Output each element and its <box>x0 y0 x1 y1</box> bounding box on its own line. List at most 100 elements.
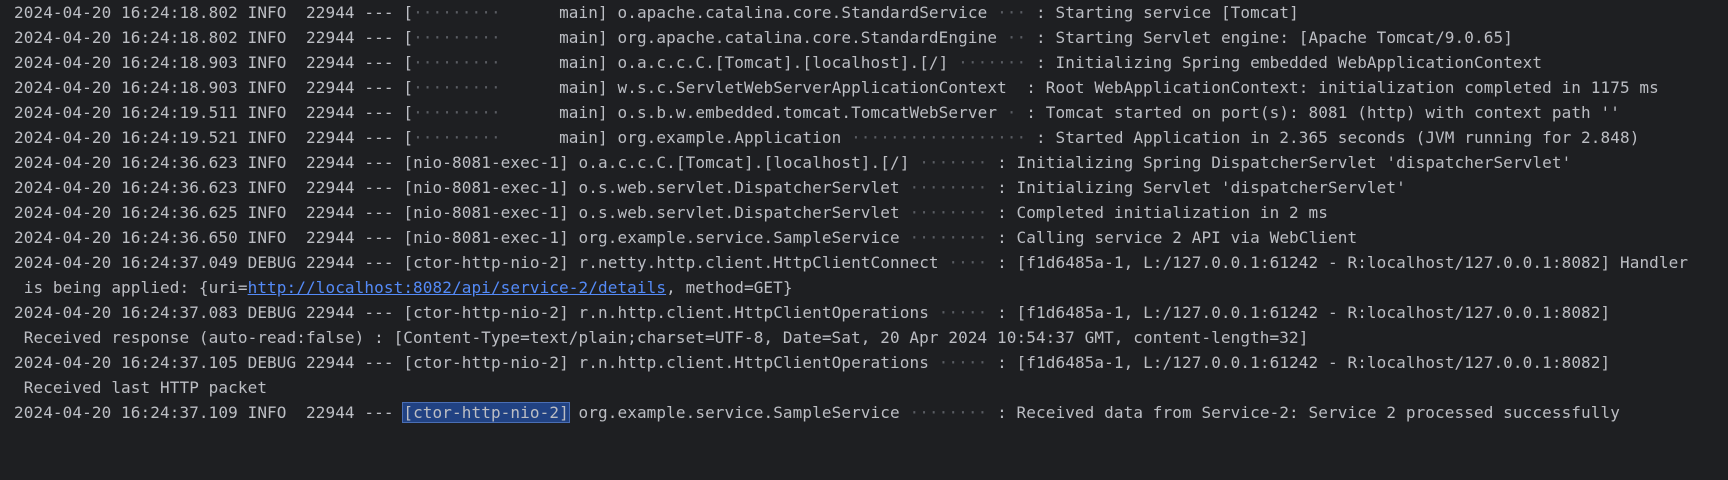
log-pid: 22944 <box>306 53 365 72</box>
logger-padding-dots: · <box>997 103 1027 122</box>
log-message: Starting Servlet engine: [Apache Tomcat/… <box>1055 28 1513 47</box>
log-thread-selected[interactable]: [ctor-http-nio-2] <box>402 402 570 423</box>
log-level: INFO <box>247 103 306 122</box>
log-thread: main <box>559 103 599 122</box>
log-message: Started Application in 2.365 seconds (JV… <box>1055 128 1640 147</box>
console-output[interactable]: 2024-04-20 16:24:18.802 INFO 22944 --- [… <box>0 0 1728 480</box>
log-continuation: is being applied: {uri= <box>14 278 248 297</box>
log-pid: 22944 <box>306 28 365 47</box>
log-level: INFO <box>247 178 306 197</box>
log-separator: --- <box>364 303 404 322</box>
log-level: INFO <box>247 3 306 22</box>
log-pid: 22944 <box>306 78 365 97</box>
log-line: is being applied: {uri=http://localhost:… <box>14 274 793 302</box>
logger-padding-dots <box>1007 78 1026 97</box>
log-logger: org.example.service.SampleService <box>578 403 900 422</box>
log-thread: main <box>559 53 599 72</box>
log-thread: main <box>559 78 599 97</box>
logger-padding-dots: ········ <box>899 203 998 222</box>
log-logger: o.s.web.servlet.DispatcherServlet <box>578 203 900 222</box>
log-thread: nio-8081-exec-1 <box>413 228 560 247</box>
log-message: Initializing Servlet 'dispatcherServlet' <box>1016 178 1406 197</box>
logger-padding-dots: ····· <box>928 353 998 372</box>
log-separator: --- <box>364 53 404 72</box>
log-logger: org.example.Application <box>617 128 842 147</box>
log-level: INFO <box>247 28 306 47</box>
log-thread: main <box>559 128 599 147</box>
log-line: 2024-04-20 16:24:18.802 INFO 22944 --- [… <box>14 3 1299 22</box>
log-timestamp: 2024-04-20 16:24:36.625 <box>14 203 248 222</box>
log-level: INFO <box>247 53 306 72</box>
log-line: 2024-04-20 16:24:19.511 INFO 22944 --- [… <box>14 103 1620 122</box>
log-message: Starting service [Tomcat] <box>1055 3 1299 22</box>
log-separator: --- <box>364 103 404 122</box>
log-timestamp: 2024-04-20 16:24:36.623 <box>14 153 248 172</box>
log-continuation: , method=GET} <box>666 278 793 297</box>
log-pid: 22944 <box>306 253 365 272</box>
log-logger: o.a.c.c.C.[Tomcat].[localhost].[/] <box>617 53 949 72</box>
log-level: DEBUG <box>247 353 306 372</box>
log-separator: --- <box>364 203 404 222</box>
log-message: [f1d6485a-1, L:/127.0.0.1:61242 - R:loca… <box>1016 253 1689 272</box>
log-continuation: Received last HTTP packet <box>14 378 268 397</box>
log-thread: nio-8081-exec-1 <box>413 178 560 197</box>
log-line: 2024-04-20 16:24:36.650 INFO 22944 --- [… <box>14 228 1358 247</box>
logger-padding-dots: ··· <box>987 3 1037 22</box>
log-timestamp: 2024-04-20 16:24:37.109 <box>14 403 248 422</box>
log-level: INFO <box>247 153 306 172</box>
log-pid: 22944 <box>306 203 365 222</box>
log-logger: r.n.http.client.HttpClientOperations <box>578 303 929 322</box>
logger-padding-dots: ········ <box>899 228 998 247</box>
log-timestamp: 2024-04-20 16:24:19.511 <box>14 103 248 122</box>
log-line: 2024-04-20 16:24:37.105 DEBUG 22944 --- … <box>14 353 1611 372</box>
log-level: INFO <box>247 203 306 222</box>
log-message: Received data from Service-2: Service 2 … <box>1016 403 1620 422</box>
logger-padding-dots: ········ <box>899 403 998 422</box>
log-line: 2024-04-20 16:24:37.083 DEBUG 22944 --- … <box>14 303 1611 322</box>
log-level: INFO <box>247 78 306 97</box>
log-separator: --- <box>364 253 404 272</box>
log-pid: 22944 <box>306 403 365 422</box>
log-thread: nio-8081-exec-1 <box>413 153 560 172</box>
log-link[interactable]: http://localhost:8082/api/service-2/deta… <box>248 278 667 297</box>
thread-padding-dots: ········· <box>413 128 560 147</box>
thread-padding-dots: ········· <box>413 103 560 122</box>
log-separator: --- <box>364 153 404 172</box>
log-logger: o.s.b.w.embedded.tomcat.TomcatWebServer <box>617 103 998 122</box>
log-thread: nio-8081-exec-1 <box>413 203 560 222</box>
log-line: 2024-04-20 16:24:18.903 INFO 22944 --- [… <box>14 78 1659 97</box>
logger-padding-dots: ·················· <box>841 128 1036 147</box>
log-separator: --- <box>364 3 404 22</box>
log-separator: --- <box>364 78 404 97</box>
log-separator: --- <box>364 178 404 197</box>
log-line: 2024-04-20 16:24:37.049 DEBUG 22944 --- … <box>14 253 1689 272</box>
log-thread: main <box>559 3 599 22</box>
log-message: Calling service 2 API via WebClient <box>1016 228 1358 247</box>
log-logger: o.s.web.servlet.DispatcherServlet <box>578 178 900 197</box>
log-message: Completed initialization in 2 ms <box>1016 203 1328 222</box>
log-line: 2024-04-20 16:24:19.521 INFO 22944 --- [… <box>14 128 1640 147</box>
log-continuation: Received response (auto-read:false) : [C… <box>14 328 1309 347</box>
log-separator: --- <box>364 128 404 147</box>
log-pid: 22944 <box>306 303 365 322</box>
logger-padding-dots: ·· <box>997 28 1037 47</box>
log-pid: 22944 <box>306 153 365 172</box>
log-pid: 22944 <box>306 353 365 372</box>
log-thread: main <box>559 28 599 47</box>
log-timestamp: 2024-04-20 16:24:37.083 <box>14 303 248 322</box>
log-separator: --- <box>364 403 404 422</box>
log-thread: ctor-http-nio-2 <box>413 303 560 322</box>
logger-padding-dots: ···· <box>938 253 998 272</box>
log-line: 2024-04-20 16:24:36.623 INFO 22944 --- [… <box>14 178 1406 197</box>
log-message: Initializing Spring DispatcherServlet 'd… <box>1016 153 1572 172</box>
log-level: INFO <box>247 403 306 422</box>
log-level: INFO <box>247 228 306 247</box>
log-logger: org.example.service.SampleService <box>578 228 900 247</box>
log-timestamp: 2024-04-20 16:24:36.650 <box>14 228 248 247</box>
log-line: 2024-04-20 16:24:36.623 INFO 22944 --- [… <box>14 153 1572 172</box>
log-pid: 22944 <box>306 228 365 247</box>
log-pid: 22944 <box>306 128 365 147</box>
log-pid: 22944 <box>306 178 365 197</box>
log-pid: 22944 <box>306 3 365 22</box>
log-message: [f1d6485a-1, L:/127.0.0.1:61242 - R:loca… <box>1016 303 1611 322</box>
